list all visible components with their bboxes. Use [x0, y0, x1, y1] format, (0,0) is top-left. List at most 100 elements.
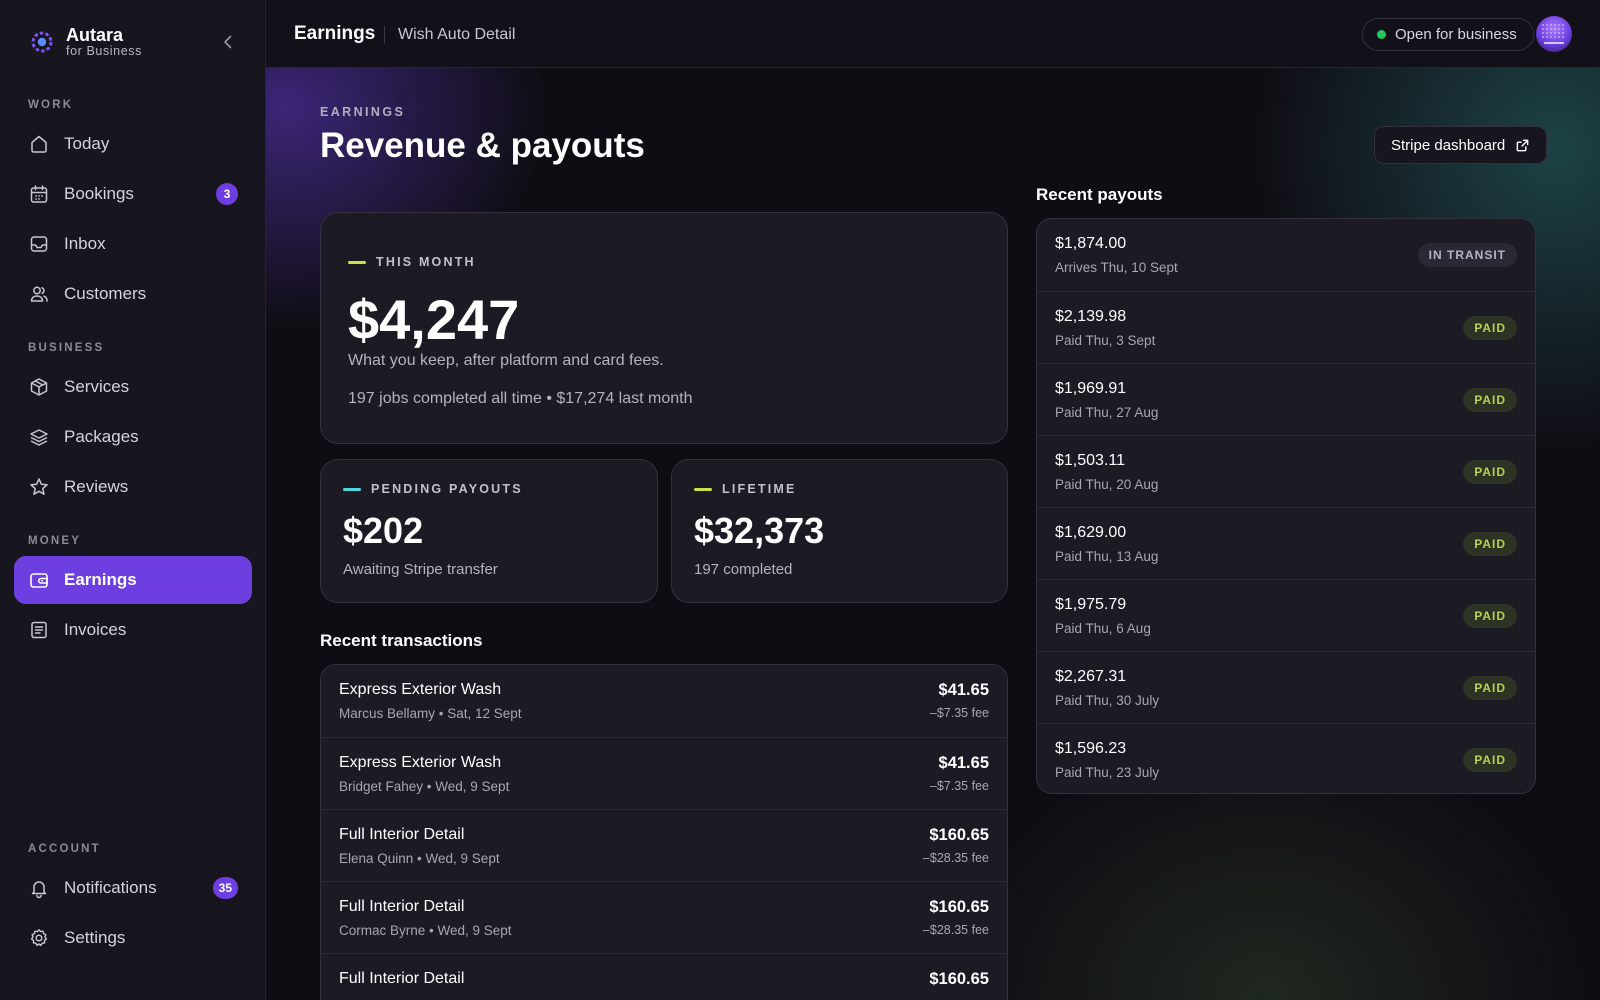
transactions-list: Express Exterior Wash Marcus Bellamy • S… — [320, 664, 1008, 1000]
sidebar-item-label: Invoices — [64, 620, 127, 639]
status-badge: PAID — [1463, 532, 1517, 556]
status-badge: PAID — [1463, 676, 1517, 700]
status-badge: PAID — [1463, 604, 1517, 628]
sidebar-item-customers[interactable]: Customers — [14, 270, 252, 318]
notifications-count-badge: 35 — [212, 877, 238, 899]
users-icon — [30, 286, 48, 302]
transaction-row[interactable]: Express Exterior Wash Marcus Bellamy • S… — [321, 665, 1007, 737]
bookings-count-badge: 3 — [216, 183, 238, 205]
payout-amount: $1,975.79 — [1055, 596, 1127, 613]
wallet-icon — [30, 573, 48, 588]
main-content: EARNINGS Revenue & payouts Stripe dashbo… — [266, 68, 1600, 1000]
lifetime-label: LIFETIME — [694, 482, 797, 496]
business-status-toggle[interactable]: Open for business — [1362, 18, 1534, 51]
payout-date: Paid Thu, 20 Aug — [1055, 477, 1159, 492]
this-month-amount: $4,247 — [348, 288, 520, 351]
this-month-dash-icon — [348, 260, 366, 264]
stripe-dashboard-button[interactable]: Stripe dashboard — [1374, 126, 1548, 164]
sidebar-item-services[interactable]: Services — [14, 363, 252, 411]
topbar-divider — [384, 26, 385, 44]
payout-row[interactable]: $1,596.23 Paid Thu, 23 July PAID — [1037, 723, 1535, 793]
recent-transactions-title: Recent transactions — [320, 631, 483, 650]
sidebar-item-label: Packages — [64, 427, 139, 446]
page-title: Revenue & payouts — [320, 126, 645, 165]
lifetime-amount: $32,373 — [694, 510, 825, 551]
payout-amount: $1,596.23 — [1055, 740, 1127, 757]
sidebar-item-inbox[interactable]: Inbox — [14, 220, 252, 268]
external-link-icon — [1516, 139, 1529, 151]
sidebar-item-label: Today — [64, 134, 110, 153]
transaction-service: Express Exterior Wash — [339, 754, 502, 771]
box-icon — [30, 378, 48, 396]
pending-label-text: PENDING PAYOUTS — [371, 482, 523, 496]
payout-amount: $1,629.00 — [1055, 524, 1127, 541]
brand-subtitle: for Business — [66, 44, 142, 58]
avatar-pattern-icon — [1542, 24, 1564, 44]
payout-date: Paid Thu, 27 Aug — [1055, 405, 1159, 420]
status-badge: PAID — [1463, 388, 1517, 412]
sidebar-item-bookings[interactable]: Bookings 3 — [14, 170, 252, 218]
sidebar-item-label: Services — [64, 377, 130, 396]
sidebar-item-settings[interactable]: Settings — [14, 914, 252, 962]
sidebar-item-reviews[interactable]: Reviews — [14, 463, 252, 511]
status-badge: IN TRANSIT — [1417, 243, 1517, 267]
payout-row[interactable]: $1,969.91 Paid Thu, 27 Aug PAID — [1037, 363, 1535, 435]
lifetime-label-text: LIFETIME — [722, 482, 797, 496]
transaction-meta: Bridget Fahey • Wed, 9 Sept — [339, 779, 510, 794]
topbar: Earnings Wish Auto Detail Open for busin… — [266, 0, 1600, 68]
calendar-icon — [30, 185, 48, 203]
pending-note: Awaiting Stripe transfer — [343, 561, 498, 578]
payout-date: Paid Thu, 30 July — [1055, 693, 1160, 708]
payout-row[interactable]: $1,975.79 Paid Thu, 6 Aug PAID — [1037, 579, 1535, 651]
star-icon — [30, 478, 48, 495]
payout-date: Paid Thu, 3 Sept — [1055, 333, 1156, 348]
pending-amount: $202 — [343, 510, 424, 551]
payout-row[interactable]: $1,629.00 Paid Thu, 13 Aug PAID — [1037, 507, 1535, 579]
sidebar-item-invoices[interactable]: Invoices — [14, 606, 252, 654]
section-label-account: ACCOUNT — [28, 843, 101, 855]
brand[interactable]: Autara for Business — [28, 26, 142, 58]
transaction-service: Full Interior Detail — [339, 970, 465, 987]
transaction-row[interactable]: Express Exterior Wash Bridget Fahey • We… — [321, 737, 1007, 809]
recent-payouts-title: Recent payouts — [1036, 185, 1163, 204]
payouts-list: $1,874.00 Arrives Thu, 10 Sept IN TRANSI… — [1036, 218, 1536, 794]
sidebar-item-packages[interactable]: Packages — [14, 413, 252, 461]
payout-date: Arrives Thu, 10 Sept — [1055, 260, 1178, 275]
transaction-row[interactable]: Full Interior Detail Elena Quinn • Wed, … — [321, 809, 1007, 881]
lifetime-card: LIFETIME $32,373 197 completed — [671, 459, 1008, 603]
transaction-service: Full Interior Detail — [339, 898, 465, 915]
section-label-money: MONEY — [28, 535, 82, 547]
section-label-work: WORK — [28, 99, 74, 111]
transaction-row[interactable]: Full Interior Detail Cormac Byrne • Wed,… — [321, 881, 1007, 953]
sidebar-item-today[interactable]: Today — [14, 120, 252, 168]
transaction-row[interactable]: Full Interior Detail $160.65 — [321, 953, 1007, 1000]
avatar[interactable] — [1536, 16, 1572, 52]
gear-icon — [30, 929, 48, 947]
this-month-stats: 197 jobs completed all time • $17,274 la… — [348, 390, 693, 407]
transaction-amount: $160.65 — [929, 826, 989, 844]
bell-icon — [31, 881, 47, 899]
payout-row[interactable]: $1,503.11 Paid Thu, 20 Aug PAID — [1037, 435, 1535, 507]
transaction-meta: Elena Quinn • Wed, 9 Sept — [339, 851, 500, 866]
brand-name: Autara — [66, 25, 124, 45]
page-eyebrow: EARNINGS — [320, 105, 406, 119]
sidebar-item-label: Reviews — [64, 477, 129, 496]
this-month-note: What you keep, after platform and card f… — [348, 352, 664, 369]
transaction-service: Full Interior Detail — [339, 826, 465, 843]
payout-row[interactable]: $1,874.00 Arrives Thu, 10 Sept IN TRANSI… — [1037, 219, 1535, 291]
transaction-fee: –$28.35 fee — [922, 923, 989, 937]
payout-amount: $1,969.91 — [1055, 380, 1127, 397]
payout-date: Paid Thu, 6 Aug — [1055, 621, 1151, 636]
sidebar: Autara for Business WORK Today Bookings … — [0, 0, 266, 1000]
sidebar-item-label: Bookings — [64, 184, 134, 203]
payout-row[interactable]: $2,267.31 Paid Thu, 30 July PAID — [1037, 651, 1535, 723]
business-status-label: Open for business — [1395, 26, 1517, 43]
collapse-sidebar-icon[interactable] — [218, 32, 238, 52]
sidebar-item-earnings[interactable]: Earnings — [14, 556, 252, 604]
pending-dash-icon — [343, 487, 361, 491]
status-badge: PAID — [1463, 316, 1517, 340]
sidebar-item-notifications[interactable]: Notifications 35 — [14, 864, 252, 912]
transaction-amount: $41.65 — [938, 754, 989, 772]
payout-row[interactable]: $2,139.98 Paid Thu, 3 Sept PAID — [1037, 291, 1535, 363]
transaction-amount: $160.65 — [929, 898, 989, 916]
